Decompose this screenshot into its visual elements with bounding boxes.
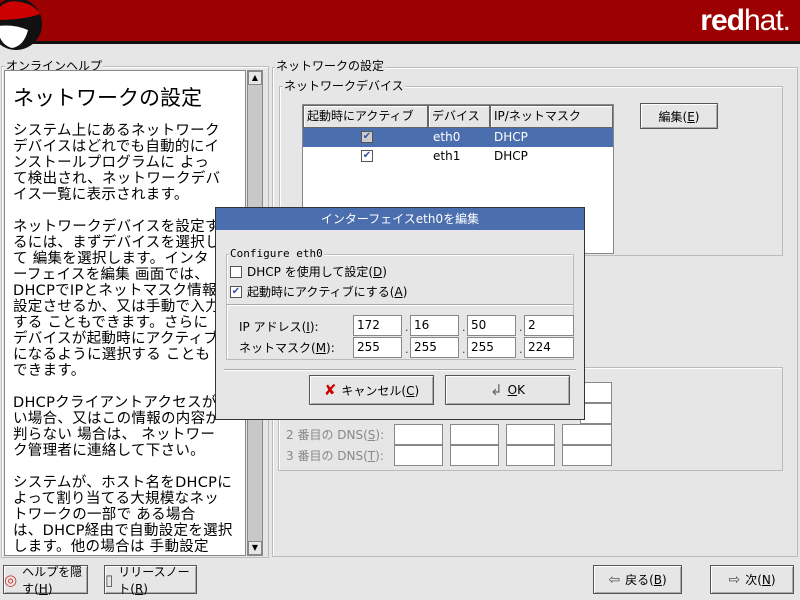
ip-octet-4[interactable]: 2 [524, 315, 574, 336]
mask-octet-2[interactable]: 255 [410, 337, 459, 358]
device-ip: DHCP [494, 149, 528, 163]
dns3-octet-3[interactable] [506, 445, 555, 466]
dns2-octet-2[interactable] [450, 424, 499, 445]
ok-enter-icon: ↲ [490, 381, 503, 399]
onboot-checkbox[interactable]: ✔ [230, 285, 242, 298]
scroll-down-arrow-icon[interactable]: ▼ [248, 541, 262, 555]
onboot-checkbox-row[interactable]: ✔ 起動時にアクティブにする(A) [230, 283, 407, 300]
help-paragraph: システム上にあるネットワーク デバイスはどれでも自動的にイ ンストールプログラム… [13, 123, 221, 203]
ok-label: OK [507, 383, 525, 397]
scroll-up-arrow-icon[interactable]: ▲ [248, 71, 262, 85]
dot: . [519, 321, 523, 334]
dot: . [519, 343, 523, 356]
dns3-octet-4[interactable] [562, 445, 612, 466]
onboot-label: 起動時にアクティブにする(A) [247, 285, 408, 299]
back-label: 戻る(B) [625, 573, 667, 587]
edit-button[interactable]: 編集(E) [640, 103, 718, 129]
help-text-view[interactable]: ネットワークの設定 システム上にあるネットワーク デバイスはどれでも自動的にイ … [4, 70, 246, 556]
release-notes-label: リリースノート(R) [118, 564, 190, 596]
help-paragraph: システムが、ホスト名をDHCPに よって割り当てる大規模なネッ トワークの一部で… [13, 475, 233, 555]
dialog-title[interactable]: インターフェイスeth0を編集 [216, 208, 584, 230]
dns3-label: 3 番目の DNS(T): [286, 449, 384, 463]
ip-octet-2[interactable]: 16 [410, 315, 459, 336]
table-row[interactable]: ✔ eth0 DHCP [303, 128, 613, 147]
device-ip: DHCP [494, 130, 528, 144]
device-name: eth1 [433, 149, 461, 163]
configure-group-label: Configure eth0 [229, 247, 324, 261]
mask-octet-3[interactable]: 255 [467, 337, 516, 358]
help-paragraph: ネットワークデバイスを設定す るには、まずデバイスを選択し て 編集を選択します… [13, 219, 232, 379]
dns3-octet-2[interactable] [450, 445, 499, 466]
document-icon: ▯ [105, 570, 114, 589]
column-header-active[interactable]: 起動時にアクティブ [303, 105, 428, 128]
help-title: ネットワークの設定 [13, 86, 202, 110]
network-config-label: ネットワークの設定 [275, 59, 386, 73]
next-label: 次(N) [745, 573, 776, 587]
dhcp-checkbox-row[interactable]: DHCP を使用して設定(D) [230, 263, 387, 280]
dot: . [462, 321, 466, 334]
edit-interface-dialog: インターフェイスeth0を編集 Configure eth0 DHCP を使用し… [215, 207, 585, 420]
netmask-label: ネットマスク(M): [239, 341, 335, 355]
cancel-button[interactable]: ✘ キャンセル(C) [309, 375, 434, 405]
release-notes-button[interactable]: ▯ リリースノート(R) [104, 564, 197, 596]
dns2-octet-1[interactable] [394, 424, 443, 445]
lifebuoy-icon: ◎ [4, 570, 18, 589]
header-banner: redhat. [0, 0, 800, 50]
column-header-device[interactable]: デバイス [428, 105, 490, 128]
dns3-octet-1[interactable] [394, 445, 443, 466]
dns2-label: 2 番目の DNS(S): [286, 428, 385, 442]
dot: . [462, 343, 466, 356]
help-paragraph: DHCPクライアントアクセスがな い場合、又はこの情報の内容が 判らない 場合は… [13, 395, 232, 459]
cancel-x-icon: ✘ [323, 381, 337, 399]
redhat-wordmark: redhat. [700, 4, 791, 37]
cancel-label: キャンセル(C) [341, 383, 420, 398]
ok-button[interactable]: ↲ OK [445, 375, 570, 405]
dhcp-label: DHCP を使用して設定(D) [247, 265, 387, 279]
dhcp-checkbox[interactable] [230, 265, 242, 278]
mask-octet-4[interactable]: 224 [524, 337, 574, 358]
hide-help-label: ヘルプを隠す(H) [22, 564, 83, 596]
ip-address-label: IP アドレス(I): [239, 320, 319, 334]
dns2-octet-3[interactable] [506, 424, 555, 445]
next-arrow-icon: ⇨ [728, 571, 741, 588]
next-button[interactable]: ⇨ 次(N) [710, 565, 794, 594]
dns2-octet-4[interactable] [562, 424, 612, 445]
device-name: eth0 [433, 130, 461, 144]
column-header-ip[interactable]: IP/ネットマスク [490, 105, 613, 128]
dot: . [405, 343, 409, 356]
ip-octet-3[interactable]: 50 [467, 315, 516, 336]
back-arrow-icon: ⇦ [608, 571, 621, 588]
table-row[interactable]: ✔ eth1 DHCP [303, 147, 613, 166]
edit-label: 編集(E) [658, 109, 700, 124]
separator [224, 369, 576, 371]
network-devices-label: ネットワークデバイス [283, 79, 405, 93]
active-checkbox[interactable]: ✔ [361, 131, 373, 143]
ip-octet-1[interactable]: 172 [353, 315, 402, 336]
hide-help-button[interactable]: ◎ ヘルプを隠す(H) [3, 564, 88, 596]
active-checkbox[interactable]: ✔ [361, 150, 373, 162]
dot: . [405, 321, 409, 334]
back-button[interactable]: ⇦ 戻る(B) [593, 565, 682, 594]
mask-octet-1[interactable]: 255 [353, 337, 402, 358]
separator [227, 304, 573, 306]
redhat-shadowman-logo [0, 0, 42, 50]
